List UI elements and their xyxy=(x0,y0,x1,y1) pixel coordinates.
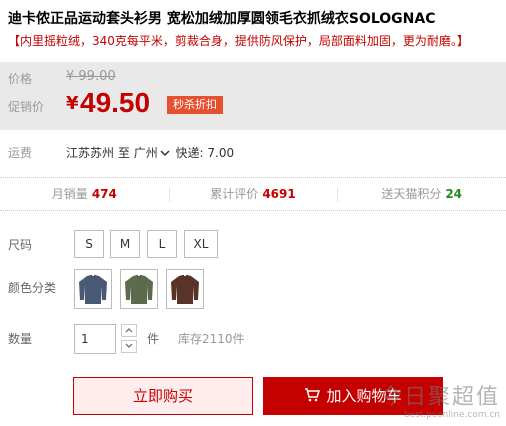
sweater-brown-icon xyxy=(171,274,199,304)
ship-destination-select[interactable]: 广州 xyxy=(134,146,172,160)
product-title: 迪卡侬正品运动套头衫男 宽松加绒加厚圆领毛衣抓绒衣SOLOGNAC xyxy=(8,11,436,27)
quantity-input[interactable] xyxy=(74,324,116,354)
original-price: ¥ 99.00 xyxy=(66,69,116,84)
promo-price-label: 促销价 xyxy=(8,100,45,114)
sweater-green-icon xyxy=(125,274,153,304)
size-option-l[interactable]: L xyxy=(147,230,177,258)
color-swatch-brown[interactable] xyxy=(166,269,204,309)
ship-from: 江苏苏州 xyxy=(66,146,115,160)
quantity-label: 数量 xyxy=(8,332,33,346)
stat-label: 月销量 xyxy=(51,187,88,201)
shipping-label: 运费 xyxy=(8,146,33,160)
stat-label: 送天猫积分 xyxy=(381,187,442,201)
stat-value: 24 xyxy=(445,187,463,201)
size-label: 尺码 xyxy=(8,238,33,252)
chevron-up-icon xyxy=(125,328,133,333)
sweater-navy-icon xyxy=(79,274,107,304)
color-label: 颜色分类 xyxy=(8,281,57,295)
quantity-decrease-button[interactable] xyxy=(121,340,137,353)
size-option-m[interactable]: M xyxy=(110,230,140,258)
quantity-increase-button[interactable] xyxy=(121,324,137,337)
add-to-cart-button[interactable]: 加入购物车 xyxy=(263,377,443,415)
stats-bar: 月销量 474 累计评价 4691 送天猫积分 24 xyxy=(0,177,506,211)
add-to-cart-label: 加入购物车 xyxy=(326,387,402,405)
ship-to-word: 至 xyxy=(117,146,130,160)
stat-label: 累计评价 xyxy=(210,187,259,201)
chevron-down-icon xyxy=(160,150,170,157)
ship-express: 快递: 7.00 xyxy=(175,146,235,160)
price-panel: 价格 ¥ 99.00 促销价 ¥ 49.50 秒杀折扣 xyxy=(0,62,506,130)
color-swatch-navy[interactable] xyxy=(74,269,112,309)
stat-value: 474 xyxy=(91,187,117,201)
promo-price: 49.50 xyxy=(80,87,151,118)
stat-value: 4691 xyxy=(262,187,296,201)
shipping-info: 江苏苏州 至 广州 快递: 7.00 xyxy=(66,140,234,166)
product-subtitle: 【内里摇粒绒，340克每平米，剪裁合身，提供防风保护，局部面料加固，更为耐磨。】 xyxy=(8,34,469,48)
currency-symbol: ¥ xyxy=(66,93,79,114)
chevron-down-icon xyxy=(125,343,133,348)
stock-count: 库存2110件 xyxy=(178,332,245,346)
size-option-s[interactable]: S xyxy=(74,230,104,258)
shipping-row: 运费 江苏苏州 至 广州 快递: 7.00 xyxy=(0,140,506,166)
quantity-unit: 件 xyxy=(147,332,160,346)
stat-tmall-points: 送天猫积分 24 xyxy=(337,178,506,210)
color-swatch-green[interactable] xyxy=(120,269,158,309)
original-price-label: 价格 xyxy=(8,72,33,86)
buy-now-button[interactable]: 立即购买 xyxy=(73,377,253,415)
stat-total-reviews[interactable]: 累计评价 4691 xyxy=(168,178,338,210)
ship-to: 广州 xyxy=(133,146,158,160)
size-option-xl[interactable]: XL xyxy=(184,230,218,258)
promo-badge: 秒杀折扣 xyxy=(167,96,223,114)
stat-monthly-sales: 月销量 474 xyxy=(0,178,169,210)
cart-icon xyxy=(305,387,321,401)
